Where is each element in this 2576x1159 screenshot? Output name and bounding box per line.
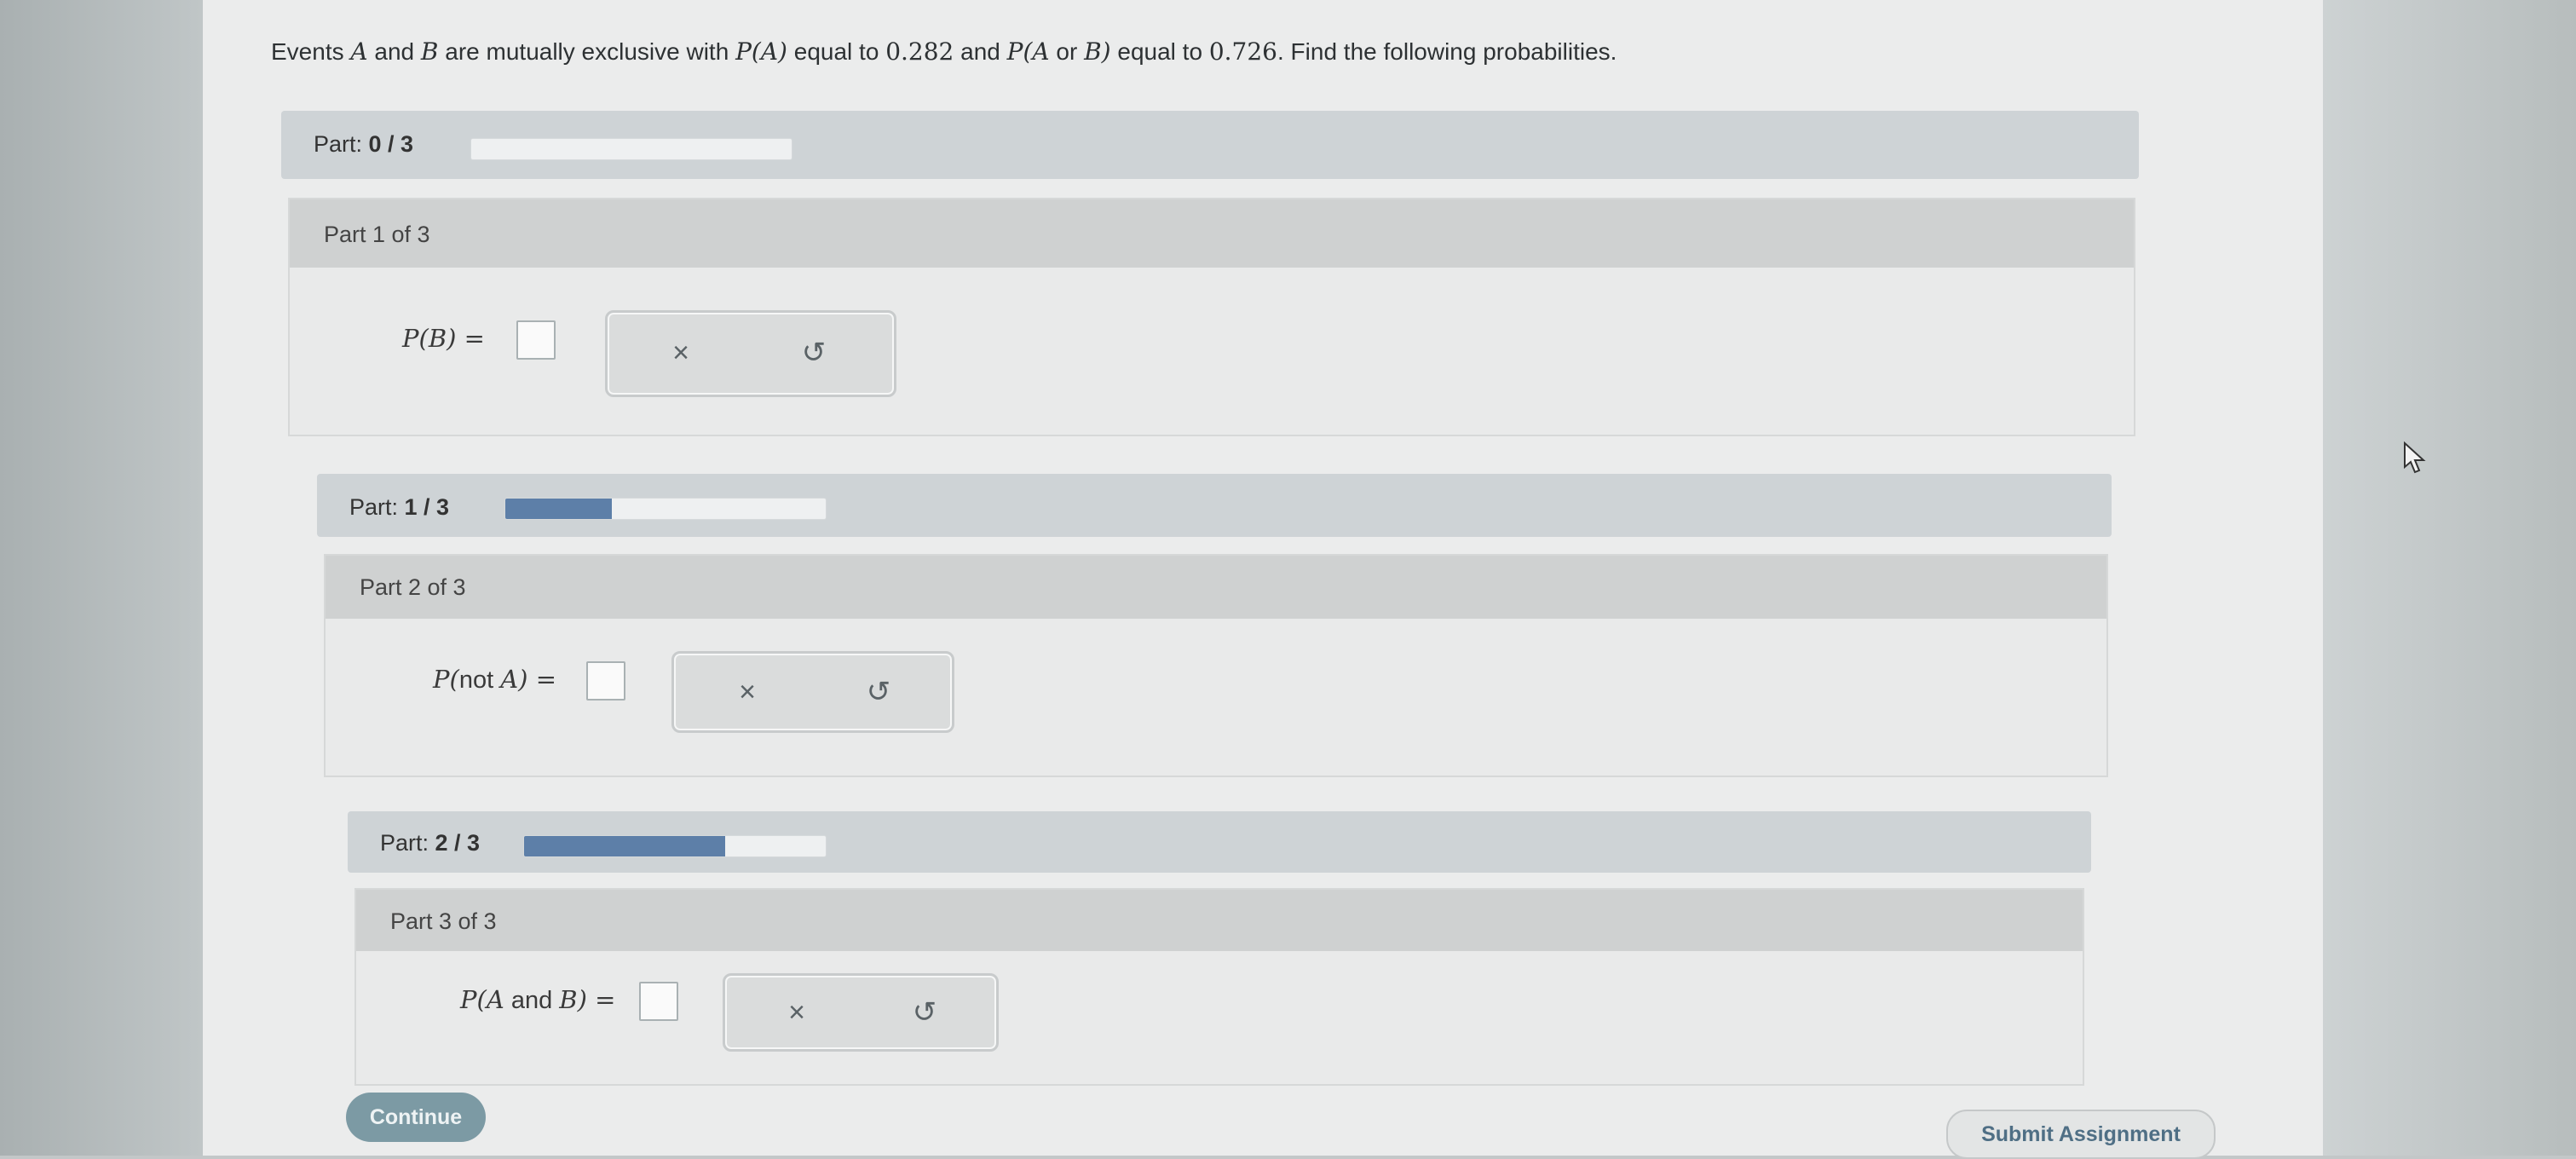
progress-track [504, 498, 827, 520]
part-3-title: Part 3 of 3 [390, 908, 497, 934]
part-2-title: Part 2 of 3 [360, 574, 466, 600]
progress-label: Part: 2 / 3 [380, 830, 481, 856]
part-2-header: Part 2 of 3 [326, 556, 2106, 619]
progress-fill [524, 836, 726, 856]
part-3-header: Part 3 of 3 [356, 890, 2083, 951]
part-progress-bar: Part: 1 / 3 [317, 474, 2112, 537]
part-2-equation: P(not A) = [433, 665, 557, 694]
part-1-toolbox: × ↺ [605, 310, 896, 397]
undo-icon[interactable]: ↺ [899, 991, 950, 1034]
progress-fill [505, 499, 613, 519]
part-3-toolbox: × ↺ [723, 973, 999, 1052]
submit-assignment-button[interactable]: Submit Assignment [1946, 1110, 2216, 1159]
part-progress-bar: Part: 0 / 3 [281, 111, 2139, 179]
undo-icon[interactable]: ↺ [853, 671, 904, 713]
question-text: Events A and B are mutually exclusive wi… [271, 37, 1617, 66]
part-1-header: Part 1 of 3 [290, 199, 2134, 268]
background-left [0, 0, 203, 1156]
progress-label: Part: 0 / 3 [314, 131, 414, 157]
continue-button[interactable]: Continue [346, 1093, 486, 1142]
assignment-page: Events A and B are mutually exclusive wi… [203, 0, 2323, 1159]
part-3-answer-input[interactable] [639, 982, 678, 1021]
progress-track [523, 835, 827, 857]
part-2-toolbox: × ↺ [671, 651, 954, 733]
part-2-card: Part 2 of 3 P(not A) = × ↺ [324, 554, 2108, 777]
clear-icon[interactable]: × [655, 332, 706, 374]
part-1-equation: P(B) = [402, 324, 485, 353]
clear-icon[interactable]: × [771, 991, 822, 1034]
part-3-card: Part 3 of 3 P(A and B) = × ↺ [354, 888, 2084, 1086]
background-right [2323, 0, 2576, 1156]
part-progress-bar: Part: 2 / 3 [348, 811, 2091, 873]
part-2-answer-input[interactable] [586, 661, 625, 701]
mouse-cursor-icon [2404, 441, 2426, 474]
part-1-card: Part 1 of 3 P(B) = × ↺ [288, 198, 2135, 436]
part-1-title: Part 1 of 3 [324, 222, 430, 247]
progress-track [470, 138, 792, 160]
part-3-equation: P(A and B) = [460, 985, 616, 1014]
progress-label: Part: 1 / 3 [349, 494, 450, 520]
clear-icon[interactable]: × [722, 671, 773, 713]
undo-icon[interactable]: ↺ [788, 332, 839, 374]
part-1-answer-input[interactable] [516, 320, 556, 360]
